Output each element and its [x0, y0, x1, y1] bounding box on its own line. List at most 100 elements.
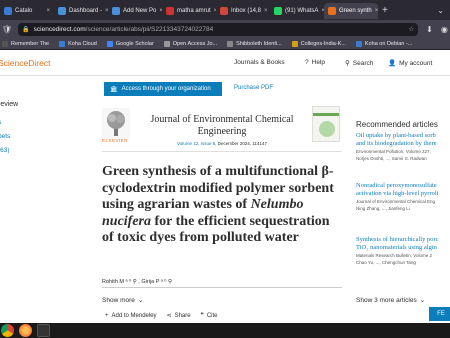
browser-tab[interactable]: (91) WhatsA ×: [270, 3, 324, 19]
show-more-button[interactable]: Show more ⌄: [102, 296, 144, 305]
plus-icon: +: [105, 312, 109, 319]
tab-favicon: [220, 7, 228, 15]
cite-button[interactable]: ❞ Cite: [200, 312, 218, 320]
bookmark-label: Google Scholar: [115, 40, 154, 47]
bookmark-item[interactable]: Open Access Jo...: [163, 40, 217, 47]
journal-title[interactable]: Journal of Environmental Chemical Engine…: [142, 114, 302, 138]
add-to-mendeley-button[interactable]: + Add to Mendeley: [105, 312, 157, 319]
share-label: Share: [174, 312, 191, 319]
bookmark-favicon: [355, 40, 362, 47]
bookmark-item[interactable]: Remember The: [2, 40, 49, 47]
recommended-title-line[interactable]: Oil uptake by plant-based sorb: [356, 132, 450, 140]
tab-favicon: [328, 7, 336, 15]
recommended-title-line[interactable]: and its biodegradation by there: [356, 140, 450, 148]
quote-icon: ❞: [200, 313, 204, 319]
outline-item[interactable]: s: [0, 116, 18, 130]
tab-label: Catalo: [15, 8, 33, 14]
tab-label: matha amrut: [177, 8, 211, 14]
show-more-articles-button[interactable]: Show 3 more articles ⌄: [356, 296, 426, 305]
tab-favicon: [166, 7, 174, 15]
terminal-icon[interactable]: [37, 324, 50, 337]
bookmark-item[interactable]: Koha on Debian -...: [355, 40, 413, 47]
recommended-title-line[interactable]: activation via high-level pyrroli: [356, 190, 450, 198]
my-account-link[interactable]: 👤 My account: [388, 59, 433, 68]
journal-cover-image[interactable]: [312, 106, 340, 142]
journal-volume: Volume 12, Issue 6, December 2024, 11414…: [142, 141, 302, 146]
search-link[interactable]: ⚲ Search: [345, 59, 374, 68]
back-icon[interactable]: 🛡: [2, 25, 12, 34]
recommended-journal: Environmental Pollution, Volume 227,: [356, 149, 431, 154]
downloads-icon[interactable]: ⬇: [426, 25, 433, 34]
bookmark-label: Colleges-India-K...: [300, 40, 346, 47]
chrome-icon[interactable]: [1, 324, 14, 337]
volume-date: , December 2024, 114147: [215, 141, 267, 146]
share-button[interactable]: ⋖ Share: [166, 312, 191, 320]
purchase-pdf-link[interactable]: Purchase PDF: [234, 85, 273, 91]
cite-label: Cite: [206, 312, 218, 319]
volume-link[interactable]: Volume 12, Issue 6: [177, 141, 215, 146]
url-toolbar: 🛡 🔒 sciencedirect.com/science/article/ab…: [0, 20, 450, 38]
browser-tab[interactable]: Inbox (14,8 ×: [216, 3, 270, 19]
tab-label: Add New Po: [123, 8, 157, 14]
close-tab-icon[interactable]: ×: [46, 8, 50, 14]
bookmark-favicon: [163, 40, 170, 47]
my-account-label: My account: [399, 59, 433, 67]
outline-item[interactable]: review: [0, 98, 18, 112]
browser-tab[interactable]: Dashboard - ×: [54, 3, 108, 19]
elsevier-tree-logo[interactable]: [102, 108, 130, 140]
recommended-article[interactable]: Nonradical peroxymonosulfate activation v…: [356, 182, 450, 212]
bookmark-item[interactable]: Colleges-India-K...: [291, 40, 346, 47]
bookmark-item[interactable]: Koha Cloud: [59, 40, 97, 47]
site-header: ScienceDirect Journals & Books ? Help ⚲ Se…: [0, 50, 450, 76]
recommended-article[interactable]: Synthesis of hierarchically porc TiO₂ nan…: [356, 236, 450, 266]
bookmark-favicon: [291, 40, 298, 47]
browser-tab[interactable]: Add New Po ×: [108, 3, 162, 19]
bookmark-label: Koha on Debian -...: [364, 40, 413, 47]
journals-books-label: Journals & Books: [234, 59, 285, 66]
chevron-down-icon: ⌄: [137, 297, 144, 304]
close-tab-icon[interactable]: ×: [264, 8, 268, 14]
recommended-title-line[interactable]: TiO₂ nanomaterials using algin: [356, 244, 450, 252]
recommended-title-line[interactable]: Nonradical peroxymonosulfate: [356, 182, 450, 190]
tab-favicon: [112, 7, 120, 15]
new-tab-icon[interactable]: +: [378, 5, 392, 16]
browser-tab[interactable]: Catalo ×: [0, 3, 54, 19]
recommended-authors: Chao Yu, ..., Chengchun Tang: [356, 260, 416, 265]
tab-list-icon[interactable]: ⌄: [437, 6, 450, 15]
search-label: Search: [352, 59, 374, 67]
help-label: Help: [311, 59, 325, 66]
browser-tab-strip: Catalo × Dashboard - × Add New Po × matha amru…: [0, 0, 450, 20]
browser-tab[interactable]: Green synth ×: [324, 3, 378, 19]
firefox-icon[interactable]: [19, 324, 32, 337]
page-content: ScienceDirect Journals & Books ? Help ⚲ Se…: [0, 50, 450, 323]
publisher-name: ELSEVIER: [102, 138, 129, 143]
tab-label: (91) WhatsA: [285, 8, 319, 14]
profile-icon[interactable]: ◉: [441, 25, 448, 34]
share-icon: ⋖: [166, 313, 172, 319]
recommended-article[interactable]: Oil uptake by plant-based sorb and its bi…: [356, 132, 450, 162]
sciencedirect-logo[interactable]: ScienceDirect: [0, 58, 50, 68]
access-organization-button[interactable]: 🏛 Access through your organization: [104, 82, 222, 96]
bookmark-label: Koha Cloud: [68, 40, 97, 47]
recommended-authors: Norjes Doshti, ..., Samir S. Radwan: [356, 156, 427, 161]
bookmark-item[interactable]: Google Scholar: [106, 40, 154, 47]
chevron-down-icon: ⌄: [419, 297, 426, 304]
outline-item[interactable]: pets: [0, 130, 18, 144]
journals-books-link[interactable]: Journals & Books: [234, 59, 285, 66]
author-list[interactable]: Rohith M ᵃ ᵇ ⚲ , Girija P ᵃ ᵇ ⚲: [102, 279, 172, 285]
feedback-label: FE: [437, 311, 445, 317]
recommended-authors: Ning Zhang, ..., Jianfeng Li: [356, 206, 410, 211]
feedback-button[interactable]: FE: [429, 307, 450, 321]
address-bar[interactable]: 🔒 sciencedirect.com/science/article/abs/…: [18, 22, 419, 36]
bookmark-star-icon[interactable]: ☆: [408, 25, 414, 33]
bookmark-item[interactable]: Shibboleth Identi...: [227, 40, 282, 47]
outline-item[interactable]: (63): [0, 144, 18, 158]
help-link[interactable]: ? Help: [305, 59, 325, 66]
tab-label: Green synth: [339, 8, 372, 14]
tab-favicon: [274, 7, 282, 15]
recommended-heading: Recommended articles: [356, 120, 438, 129]
recommended-title-line[interactable]: Synthesis of hierarchically porc: [356, 236, 450, 244]
browser-tab[interactable]: matha amrut ×: [162, 3, 216, 19]
recommended-journal: Journal of Environmental Chemical Eng: [356, 199, 436, 204]
institution-icon: 🏛: [110, 86, 118, 93]
